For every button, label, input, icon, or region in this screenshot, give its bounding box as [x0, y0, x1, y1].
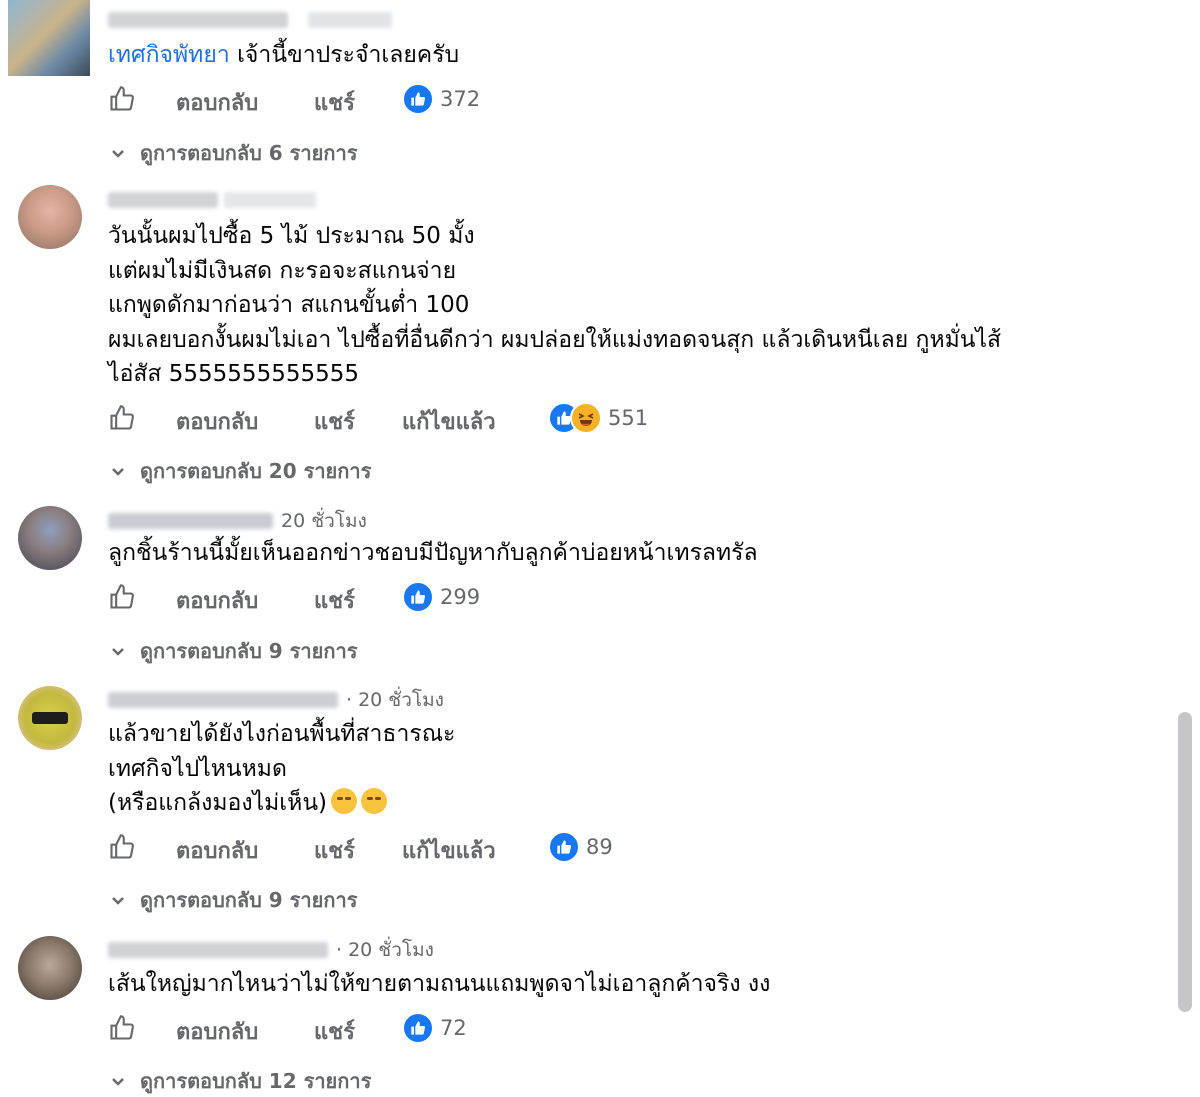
avatar[interactable] [18, 506, 82, 570]
reaction-summary[interactable]: 372 [402, 83, 480, 115]
reaction-summary[interactable]: 72 [402, 1012, 467, 1044]
thumbs-up-icon [110, 405, 134, 430]
view-replies-link[interactable]: ดูการตอบกลับ 12 รายการ [110, 1065, 371, 1097]
comment-actions: ตอบกลับ แชร์ 72 [108, 1008, 708, 1048]
like-button[interactable] [108, 403, 138, 433]
chevron-down-icon [112, 648, 124, 656]
chevron-down-icon [112, 150, 124, 158]
chevron-down-icon [112, 897, 124, 905]
like-button[interactable] [108, 832, 138, 862]
reaction-summary[interactable]: 299 [402, 581, 480, 613]
reaction-count: 551 [608, 406, 649, 430]
chevron-down-icon [112, 1078, 124, 1086]
like-button[interactable] [108, 1013, 138, 1043]
edited-label: แก้ไขแล้ว [402, 839, 496, 864]
comment-actions: ตอบกลับ แชร์ แก้ไขแล้ว 551 [108, 398, 708, 438]
scrollbar-thumb[interactable] [1178, 712, 1192, 1012]
share-button[interactable]: แชร์ [314, 85, 355, 120]
comment-actions: ตอบกลับ แชร์ 299 [108, 577, 708, 617]
share-button[interactable]: แชร์ [314, 833, 355, 868]
author-name[interactable]: · 20 ชั่วโมง [108, 938, 434, 962]
share-button[interactable]: แชร์ [314, 404, 355, 439]
author-name[interactable] [108, 8, 392, 32]
avatar[interactable] [8, 0, 90, 76]
view-replies-link[interactable]: ดูการตอบกลับ 9 รายการ [110, 884, 357, 916]
view-replies-link[interactable]: ดูการตอบกลับ 6 รายการ [110, 137, 357, 169]
comment-text: เทศกิจพัทยา เจ้านี้ขาประจำเลยครับ [108, 42, 460, 68]
timestamp[interactable]: · 20 ชั่วโมง [346, 685, 444, 715]
reply-button[interactable]: ตอบกลับ [176, 85, 258, 120]
reaction-summary[interactable]: 89 [548, 831, 613, 863]
like-reaction-icon [402, 581, 434, 613]
reaction-count: 372 [440, 87, 481, 111]
comment-actions: ตอบกลับ แชร์ 372 [108, 79, 708, 119]
reaction-count: 299 [440, 585, 481, 609]
reaction-count: 89 [586, 835, 613, 859]
reply-button[interactable]: ตอบกลับ [176, 583, 258, 618]
author-name[interactable] [108, 188, 316, 212]
timestamp[interactable]: 20 ชั่วโมง [281, 506, 367, 536]
chevron-down-icon [112, 468, 124, 476]
reply-button[interactable]: ตอบกลับ [176, 833, 258, 868]
reply-button[interactable]: ตอบกลับ [176, 1014, 258, 1049]
timestamp[interactable]: · 20 ชั่วโมง [336, 935, 434, 965]
edited-label: แก้ไขแล้ว [402, 410, 496, 435]
view-replies-link[interactable]: ดูการตอบกลับ 20 รายการ [110, 455, 371, 487]
view-replies-link[interactable]: ดูการตอบกลับ 9 รายการ [110, 635, 357, 667]
like-button[interactable] [108, 582, 138, 612]
relieved-face-emoji [331, 788, 358, 814]
relieved-face-emoji [361, 788, 388, 814]
like-reaction-icon [402, 1012, 434, 1044]
reaction-summary[interactable]: 551 [548, 402, 648, 434]
like-reaction-icon [548, 831, 580, 863]
haha-reaction-icon [570, 402, 602, 434]
avatar[interactable] [18, 686, 82, 750]
author-name[interactable]: 20 ชั่วโมง [108, 509, 367, 533]
avatar[interactable] [18, 185, 82, 249]
thumbs-up-icon [110, 86, 134, 111]
comment-text: เส้นใหญ่มากไหนว่าไม่ให้ขายตามถนนแถมพูดจา… [108, 971, 771, 997]
like-button[interactable] [108, 84, 138, 114]
share-button[interactable]: แชร์ [314, 583, 355, 618]
reply-button[interactable]: ตอบกลับ [176, 404, 258, 439]
comment-actions: ตอบกลับ แชร์ แก้ไขแล้ว 89 [108, 827, 708, 867]
comment-text: ลูกชิ้นร้านนี้มั้ยเห็นออกข่าวชอบมีปัญหาก… [108, 540, 758, 566]
avatar[interactable] [18, 936, 82, 1000]
share-button[interactable]: แชร์ [314, 1014, 355, 1049]
thumbs-up-icon [110, 834, 134, 859]
thumbs-up-icon [110, 1015, 134, 1040]
reaction-count: 72 [440, 1016, 467, 1040]
page-tag-link[interactable]: เทศกิจพัทยา [108, 42, 230, 68]
author-name[interactable]: · 20 ชั่วโมง [108, 688, 444, 712]
like-reaction-icon [402, 83, 434, 115]
thumbs-up-icon [110, 584, 134, 609]
